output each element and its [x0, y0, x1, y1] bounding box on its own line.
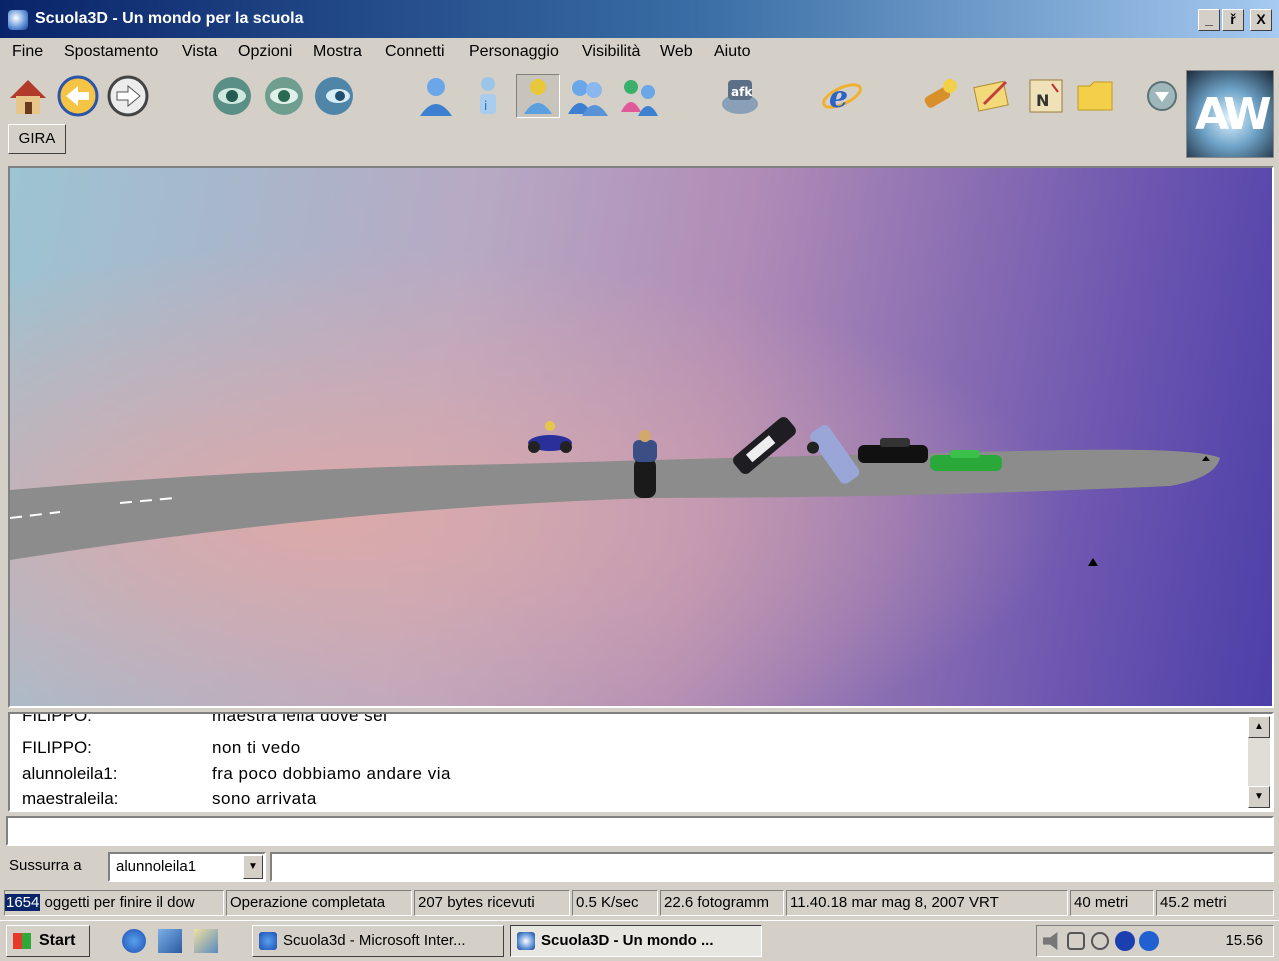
menu-fine[interactable]: Fine: [12, 43, 43, 61]
gira-button[interactable]: GIRA: [8, 124, 66, 154]
chat-message: sono arrivata: [212, 789, 317, 808]
black-car: [858, 438, 928, 463]
chevron-down-icon[interactable]: ▼: [243, 855, 263, 879]
telegram-icon[interactable]: [618, 74, 662, 118]
task-internet-explorer[interactable]: Scuola3d - Microsoft Inter...: [252, 925, 504, 957]
menu-visibilita[interactable]: Visibilità: [582, 43, 640, 61]
menu-connetti[interactable]: Connetti: [385, 43, 445, 61]
volume-icon[interactable]: [1043, 932, 1058, 950]
status-datetime: 11.40.18 mar mag 8, 2007 VRT: [786, 890, 1068, 916]
toolbar: i afk e N: [0, 68, 1279, 124]
chat-scrollbar[interactable]: ▲ ▼: [1248, 716, 1270, 808]
scroll-down-button[interactable]: ▼: [1248, 786, 1270, 808]
minimize-button[interactable]: _: [1198, 9, 1220, 31]
menu-mostra[interactable]: Mostra: [313, 43, 362, 61]
motorcycle-rider: [633, 430, 657, 498]
afk-icon[interactable]: afk: [718, 74, 762, 118]
notes-icon[interactable]: [970, 74, 1014, 118]
contacts-icon[interactable]: [566, 74, 610, 118]
forward-icon[interactable]: [106, 74, 150, 118]
chat-sender: FILIPPO:: [22, 712, 92, 725]
web-browser-icon[interactable]: e: [820, 74, 864, 118]
chat-sender: maestraleila:: [22, 789, 119, 808]
whisper-label: Sussurra a: [9, 857, 82, 874]
ie-icon: [259, 932, 277, 950]
status-bar: 1654 oggetti per finire il dow Operazion…: [0, 888, 1279, 918]
svg-text:afk: afk: [731, 85, 753, 99]
show-desktop-icon[interactable]: [158, 929, 182, 953]
task-scuola3d[interactable]: Scuola3D - Un mondo ...: [510, 925, 762, 957]
eye-front-icon[interactable]: [312, 74, 356, 118]
whisper-input[interactable]: [270, 852, 1274, 882]
menu-aiuto[interactable]: Aiuto: [714, 43, 750, 61]
map-icon[interactable]: N: [1024, 74, 1068, 118]
antivirus-icon[interactable]: [1115, 931, 1135, 951]
teleport-icon[interactable]: [918, 74, 962, 118]
3d-viewport[interactable]: [8, 166, 1274, 708]
chat-log[interactable]: FILIPPO: maestra leila dove sei FILIPPO:…: [8, 712, 1274, 812]
eye-third-person-icon[interactable]: [262, 74, 306, 118]
chat-message: fra poco dobbiamo andare via: [212, 764, 451, 783]
status-operation: Operazione completata: [226, 890, 412, 916]
info-icon[interactable]: [1139, 931, 1159, 951]
menu-personaggio[interactable]: Personaggio: [469, 43, 559, 61]
whisper-recipient-select[interactable]: alunnoleila1 ▼: [108, 852, 266, 882]
svg-text:e: e: [829, 80, 848, 115]
close-button[interactable]: X: [1250, 9, 1272, 31]
road: [10, 449, 1220, 560]
chat-sender: FILIPPO:: [22, 738, 92, 757]
avatar-selected-icon[interactable]: [516, 74, 560, 118]
back-icon[interactable]: [56, 74, 100, 118]
eye-first-person-icon[interactable]: [210, 74, 254, 118]
menu-bar: Fine Spostamento Vista Opzioni Mostra Co…: [0, 38, 1279, 68]
dropdown-icon[interactable]: [1140, 74, 1184, 118]
chat-message: non ti vedo: [212, 738, 301, 757]
windows-flag-icon: [13, 933, 31, 949]
avatar-icon[interactable]: [414, 74, 458, 118]
scroll-up-button[interactable]: ▲: [1248, 716, 1270, 738]
start-button[interactable]: Start: [6, 925, 90, 957]
notepad-icon[interactable]: [194, 929, 218, 953]
menu-vista[interactable]: Vista: [182, 43, 217, 61]
status-distance: 40 metri: [1070, 890, 1154, 916]
status-bytes: 207 bytes ricevuti: [414, 890, 570, 916]
svg-text:i: i: [484, 99, 487, 113]
folder-icon[interactable]: [1074, 74, 1118, 118]
chat-message: maestra leila dove sei: [212, 712, 388, 725]
status-fps: 22.6 fotogramm: [660, 890, 784, 916]
taskbar: Start Scuola3d - Microsoft Inter... Scuo…: [0, 920, 1279, 961]
activeworlds-logo: AW: [1186, 70, 1274, 158]
home-icon[interactable]: [6, 74, 50, 118]
clock: 15.56: [1225, 932, 1263, 949]
menu-web[interactable]: Web: [660, 43, 693, 61]
status-distance-2: 45.2 metri: [1156, 890, 1274, 916]
whisper-recipient-value: alunnoleila1: [116, 858, 197, 875]
window-title: Scuola3D - Un mondo per la scuola: [35, 10, 304, 27]
status-speed: 0.5 K/sec: [572, 890, 658, 916]
network-icon[interactable]: [1067, 932, 1085, 950]
svg-text:N: N: [1036, 91, 1049, 110]
app-icon[interactable]: [8, 10, 28, 30]
menu-spostamento[interactable]: Spostamento: [64, 43, 158, 61]
marker-triangle: [1088, 558, 1098, 566]
logo-text: AW: [1195, 89, 1272, 140]
chat-input[interactable]: [6, 816, 1274, 846]
motorcycle-blue: [528, 421, 572, 453]
system-tray: 15.56: [1036, 925, 1274, 957]
chat-sender: alunnoleila1:: [22, 764, 118, 783]
restore-button[interactable]: ř: [1222, 9, 1244, 31]
title-bar: Scuola3D - Un mondo per la scuola _ ř X: [0, 0, 1279, 38]
internet-explorer-icon[interactable]: [122, 929, 146, 953]
avatar-info-icon[interactable]: i: [466, 74, 510, 118]
status-download: 1654 oggetti per finire il dow: [4, 890, 224, 916]
app-icon: [517, 932, 535, 950]
mouse-icon[interactable]: [1091, 932, 1109, 950]
status-count: 1654: [5, 894, 41, 911]
menu-opzioni[interactable]: Opzioni: [238, 43, 292, 61]
